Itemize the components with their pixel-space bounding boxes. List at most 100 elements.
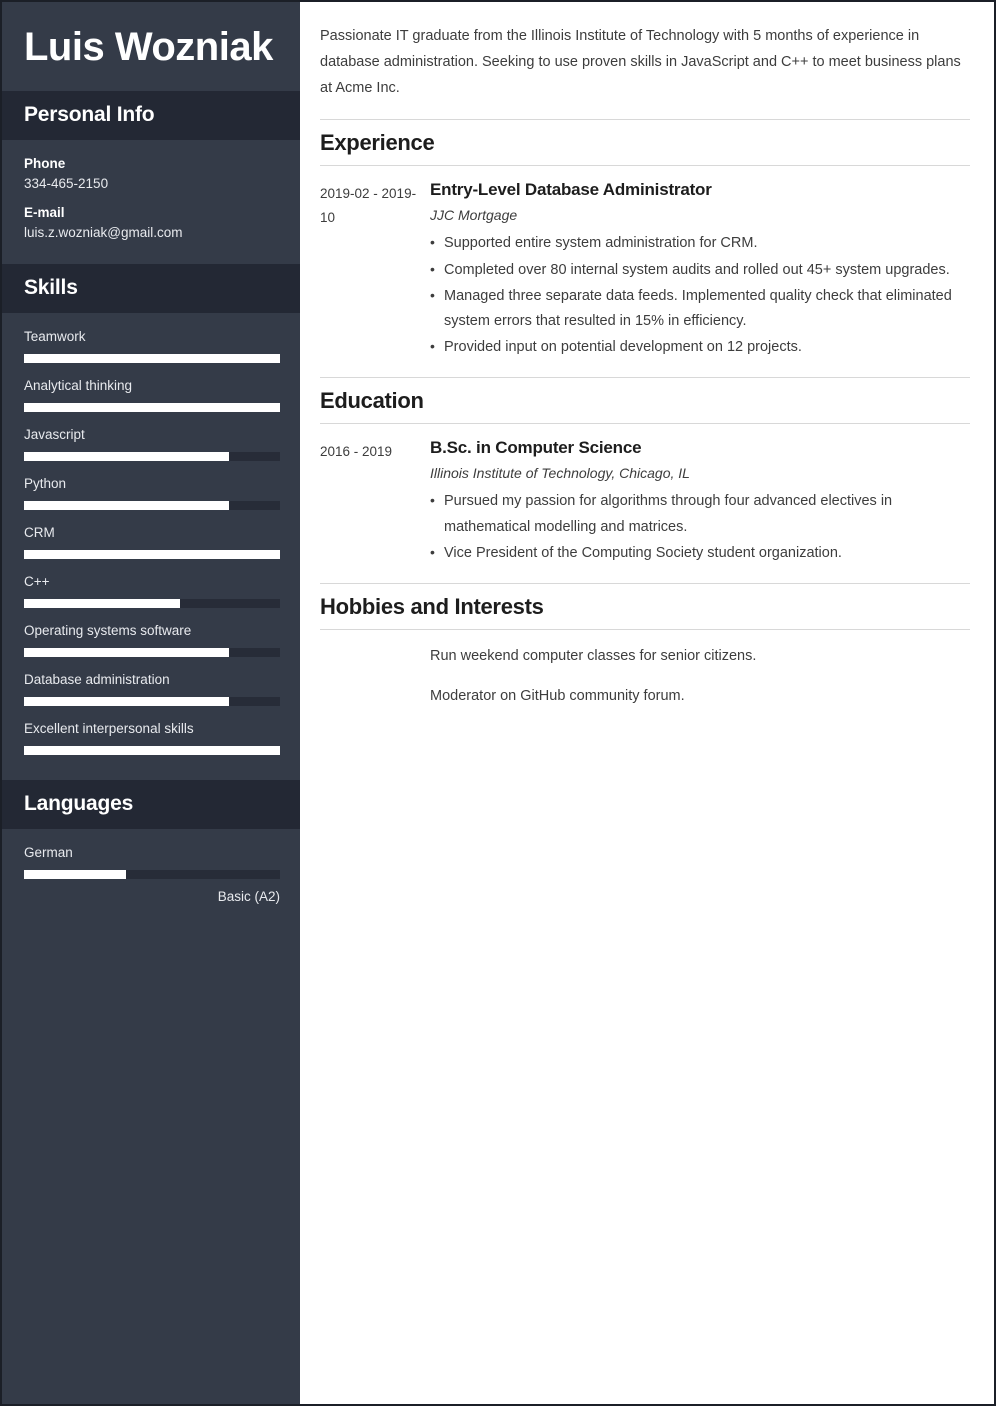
contact-label: E-mail: [24, 205, 65, 221]
entry-bullets: Supported entire system administration f…: [430, 230, 970, 360]
skill-item: CRM: [24, 525, 280, 560]
skill-level-bar: [24, 550, 280, 560]
hobbies-heading: Hobbies and Interests: [320, 594, 544, 620]
entry-bullet: Provided input on potential development …: [430, 334, 970, 360]
hobbies-section: Hobbies and Interests Run weekend comput…: [320, 583, 970, 724]
skill-level-bar-fill: [24, 599, 181, 609]
personal-info-title: Personal Info: [24, 103, 155, 127]
skill-level-bar: [24, 648, 280, 658]
skill-item: Teamwork: [24, 329, 280, 364]
skill-item: Operating systems software: [24, 623, 280, 658]
skill-level-bar-fill: [24, 403, 280, 413]
skill-item: Python: [24, 476, 280, 511]
languages-section-header: Languages: [2, 780, 300, 830]
experience-heading: Experience: [320, 130, 435, 156]
skill-name: CRM: [24, 525, 55, 541]
hobbies-row: Run weekend computer classes for senior …: [320, 644, 970, 724]
language-item: German Basic (A2): [24, 845, 280, 905]
skill-name: Javascript: [24, 427, 85, 443]
skill-level-bar-fill: [24, 354, 280, 364]
skill-level-bar-fill: [24, 452, 229, 462]
entry: 2016 - 2019 B.Sc. in Computer Science Illi…: [320, 438, 970, 567]
skill-level-bar-fill: [24, 746, 280, 756]
languages-body: German Basic (A2): [2, 829, 300, 924]
skill-item: C++: [24, 574, 280, 609]
hobbies-list: Run weekend computer classes for senior …: [430, 644, 970, 724]
education-entries: 2016 - 2019 B.Sc. in Computer Science Illi…: [320, 438, 970, 567]
name-block: Luis Wozniak: [2, 2, 300, 91]
skill-item: Database administration: [24, 672, 280, 707]
skill-name: Excellent interpersonal skills: [24, 721, 194, 737]
sidebar: Luis Wozniak Personal Info Phone 334-465-…: [2, 2, 300, 1404]
skill-name: Operating systems software: [24, 623, 192, 639]
skill-item: Analytical thinking: [24, 378, 280, 413]
entry-body: Entry-Level Database Administrator JJC Mo…: [430, 180, 970, 361]
entry-bullet: Managed three separate data feeds. Imple…: [430, 283, 970, 334]
experience-entries: 2019-02 - 2019-10 Entry-Level Database Ad…: [320, 180, 970, 361]
languages-list: German Basic (A2): [24, 845, 280, 905]
experience-heading-wrap: Experience: [320, 119, 970, 167]
contact-value: 334-465-2150: [24, 176, 109, 192]
skill-level-bar: [24, 599, 280, 609]
candidate-name: Luis Wozniak: [24, 25, 273, 69]
language-name: German: [24, 845, 73, 861]
contact-item: E-mail luis.z.wozniak@gmail.com: [24, 205, 278, 240]
entry-title: B.Sc. in Computer Science: [430, 438, 642, 458]
resume-page: Luis Wozniak Personal Info Phone 334-465-…: [0, 0, 996, 1406]
main-content: Passionate IT graduate from the Illinois…: [300, 2, 994, 1404]
skill-level-bar: [24, 403, 280, 413]
skill-name: Database administration: [24, 672, 170, 688]
entry-dates: 2019-02 - 2019-10: [320, 186, 417, 225]
entry-bullet: Pursued my passion for algorithms throug…: [430, 488, 970, 539]
hobby-item: Run weekend computer classes for senior …: [430, 648, 757, 665]
personal-info-body: Phone 334-465-2150 E-mail luis.z.wozniak@gm…: [2, 140, 300, 264]
hobbies-date-spacer: [320, 644, 430, 724]
language-level-label: Basic (A2): [217, 889, 280, 905]
skills-list: Teamwork Analytical thinking Javascript Pyt…: [24, 329, 280, 756]
personal-info-section-header: Personal Info: [2, 91, 300, 141]
skill-level-bar: [24, 870, 280, 880]
skills-body: Teamwork Analytical thinking Javascript Pyt…: [2, 313, 300, 780]
entry-bullet: Vice President of the Computing Society …: [430, 540, 970, 566]
skill-level-bar-fill: [24, 648, 229, 658]
skill-level-bar: [24, 697, 280, 707]
entry-bullets: Pursued my passion for algorithms throug…: [430, 488, 970, 566]
education-section: Education 2016 - 2019 B.Sc. in Computer S…: [320, 377, 970, 567]
education-heading-wrap: Education: [320, 377, 970, 425]
languages-title: Languages: [24, 792, 134, 816]
skill-level-bar-fill: [24, 501, 229, 511]
entry-dates: 2016 - 2019: [320, 444, 393, 460]
entry-body: B.Sc. in Computer Science Illinois Instit…: [430, 438, 970, 567]
skill-item: Javascript: [24, 427, 280, 462]
entry-bullet: Completed over 80 internal system audits…: [430, 257, 970, 283]
entry-subtitle: JJC Mortgage: [430, 207, 518, 224]
education-heading: Education: [320, 388, 424, 414]
skills-section-header: Skills: [2, 264, 300, 314]
entry-subtitle: Illinois Institute of Technology, Chicag…: [430, 465, 690, 482]
skill-level-bar: [24, 354, 280, 364]
contact-label: Phone: [24, 156, 66, 172]
skill-name: C++: [24, 574, 50, 590]
skill-level-bar: [24, 501, 280, 511]
skill-level-bar: [24, 746, 280, 756]
skill-level-bar-fill: [24, 550, 280, 560]
experience-section: Experience 2019-02 - 2019-10 Entry-Level …: [320, 119, 970, 361]
skill-name: Analytical thinking: [24, 378, 133, 394]
professional-summary: Passionate IT graduate from the Illinois…: [320, 28, 961, 96]
contact-list: Phone 334-465-2150 E-mail luis.z.wozniak@gm…: [24, 156, 278, 240]
entry: 2019-02 - 2019-10 Entry-Level Database Ad…: [320, 180, 970, 361]
skill-name: Teamwork: [24, 329, 86, 345]
contact-value: luis.z.wozniak@gmail.com: [24, 225, 183, 241]
skill-level-bar: [24, 452, 280, 462]
skill-level-bar-fill: [24, 870, 127, 880]
sidebar-filler: [2, 924, 300, 1404]
skill-level-bar-fill: [24, 697, 229, 707]
hobby-item: Moderator on GitHub community forum.: [430, 688, 685, 705]
skills-title: Skills: [24, 276, 78, 300]
hobbies-heading-wrap: Hobbies and Interests: [320, 583, 970, 631]
entry-bullet: Supported entire system administration f…: [430, 230, 970, 256]
skill-name: Python: [24, 476, 67, 492]
skill-item: Excellent interpersonal skills: [24, 721, 280, 756]
contact-item: Phone 334-465-2150: [24, 156, 278, 191]
entry-title: Entry-Level Database Administrator: [430, 180, 712, 200]
